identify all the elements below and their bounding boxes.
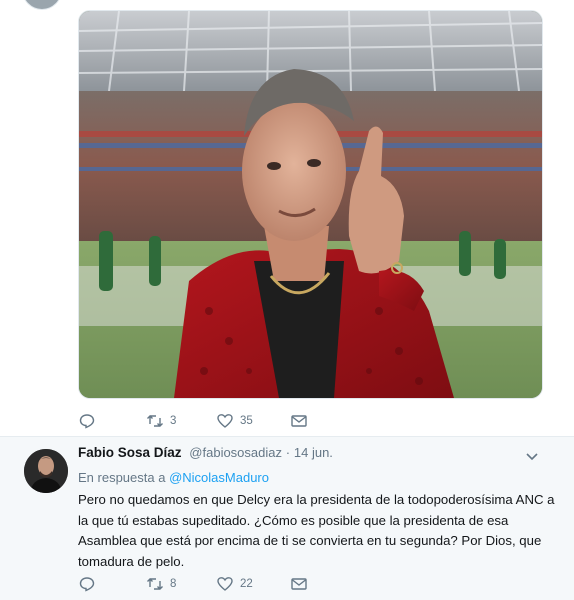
separator: · — [285, 445, 291, 460]
avatar[interactable] — [22, 0, 62, 10]
tweet-text-line: tomadura de pelo. — [78, 553, 185, 569]
retweet-icon — [146, 412, 164, 430]
reply-action[interactable] — [78, 575, 146, 593]
direct-message-action[interactable] — [290, 412, 308, 430]
tweet-header: Fabio Sosa Díaz @fabiososadiaz · 14 jun. — [78, 445, 558, 463]
mention-link[interactable]: @NicolasMaduro — [169, 470, 269, 485]
direct-message-action[interactable] — [290, 575, 308, 593]
author-handle[interactable]: @fabiososadiaz — [189, 445, 282, 460]
chevron-down-icon[interactable] — [525, 449, 539, 461]
reply-icon — [78, 575, 96, 593]
like-count: 22 — [240, 578, 253, 590]
envelope-icon — [290, 412, 308, 430]
retweet-action[interactable]: 8 — [146, 575, 216, 593]
retweet-icon — [146, 575, 164, 593]
tweet-photo[interactable] — [78, 10, 543, 399]
retweet-count: 3 — [170, 415, 177, 427]
tweet-text-line: Pero no quedamos en que Delcy era la pre… — [78, 492, 555, 507]
tweet-actions: 8 22 — [78, 573, 308, 595]
like-action[interactable]: 22 — [216, 575, 290, 593]
reply-context: En respuesta a @NicolasMaduro — [78, 470, 269, 485]
timestamp[interactable]: 14 jun. — [294, 445, 333, 460]
reply-icon — [78, 412, 96, 430]
tweet-reply[interactable]: Fabio Sosa Díaz @fabiososadiaz · 14 jun.… — [0, 437, 574, 600]
tweet-media: 3 35 — [0, 0, 574, 436]
reply-action[interactable] — [78, 412, 146, 430]
tweet-actions: 3 35 — [78, 410, 308, 432]
tweet-text-line: la que tú estabas supeditado. ¿Cómo es p… — [78, 512, 509, 528]
retweet-count: 8 — [170, 578, 177, 590]
heart-icon — [216, 412, 234, 430]
like-count: 35 — [240, 415, 253, 427]
reply-prefix: En respuesta a — [78, 470, 166, 485]
avatar[interactable] — [24, 449, 68, 493]
like-action[interactable]: 35 — [216, 412, 290, 430]
tweet-text: Pero no quedamos en que Delcy era la pre… — [78, 490, 555, 572]
retweet-action[interactable]: 3 — [146, 412, 216, 430]
author-name[interactable]: Fabio Sosa Díaz — [78, 445, 182, 460]
heart-icon — [216, 575, 234, 593]
envelope-icon — [290, 575, 308, 593]
tweet-text-line: Asamblea que está por encima de ti se co… — [78, 533, 542, 548]
